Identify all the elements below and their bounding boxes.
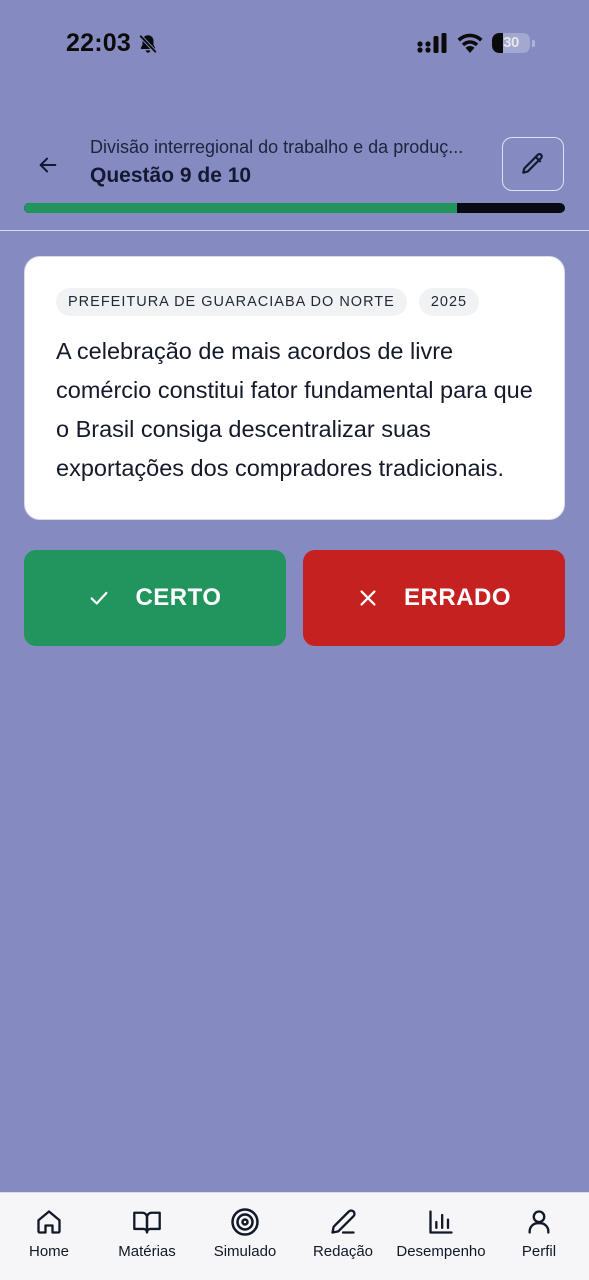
wifi-icon — [456, 32, 484, 54]
progress-fill — [24, 203, 457, 213]
back-button[interactable] — [30, 147, 66, 183]
certo-label: CERTO — [135, 584, 222, 611]
status-bar: 22:03 30 — [0, 0, 589, 88]
target-icon — [230, 1207, 260, 1237]
bar-chart-icon — [426, 1207, 456, 1237]
topic-subtitle: Divisão interregional do trabalho e da p… — [90, 137, 464, 157]
bottom-nav: Home Matérias Simulado Redação Desempenh… — [0, 1192, 589, 1280]
nav-label-perfil: Perfil — [521, 1243, 557, 1260]
book-icon — [132, 1207, 162, 1237]
battery-level: 30 — [503, 34, 519, 51]
tag-year: 2025 — [418, 288, 480, 316]
nav-item-desempenho[interactable]: Desempenho — [391, 1207, 491, 1260]
question-text: A celebração de mais acordos de livre co… — [56, 338, 533, 481]
battery-icon: 30 — [492, 33, 530, 53]
question-counter: Questão 9 de 10 — [90, 164, 252, 187]
nav-item-simulado[interactable]: Simulado — [195, 1207, 295, 1260]
nav-item-perfil[interactable]: Perfil — [489, 1207, 589, 1260]
close-icon — [357, 587, 379, 609]
nav-item-home[interactable]: Home — [0, 1207, 99, 1260]
pencil-icon — [522, 153, 543, 174]
header-text: Divisão interregional do trabalho e da p… — [90, 137, 490, 188]
nav-label-home: Home — [28, 1243, 69, 1260]
errado-label: ERRADO — [403, 584, 511, 611]
nav-label-materias: Matérias — [118, 1243, 176, 1260]
signal-icon — [417, 33, 449, 53]
errado-button[interactable]: ERRADO — [303, 550, 565, 646]
nav-item-redacao[interactable]: Redação — [293, 1207, 393, 1260]
nav-label-redacao: Redação — [312, 1243, 374, 1260]
user-icon — [524, 1207, 554, 1237]
bell-slash-icon — [137, 33, 159, 55]
nav-label-simulado: Simulado — [213, 1243, 277, 1260]
check-icon — [88, 587, 110, 609]
status-time: 22:03 — [66, 29, 131, 57]
home-icon — [34, 1207, 64, 1237]
nav-item-materias[interactable]: Matérias — [97, 1207, 197, 1260]
tag-institution: PREFEITURA DE GUARACIABA DO NORTE — [56, 288, 407, 316]
arrow-left-icon — [39, 157, 57, 173]
pen-icon — [328, 1207, 358, 1237]
question-card: PREFEITURA DE GUARACIABA DO NORTE 2025 A… — [24, 256, 565, 520]
battery-tip — [532, 40, 535, 47]
progress-bar — [24, 203, 565, 213]
question-tags: PREFEITURA DE GUARACIABA DO NORTE 2025 — [56, 288, 533, 316]
nav-label-desempenho: Desempenho — [396, 1243, 486, 1260]
certo-button[interactable]: CERTO — [24, 550, 286, 646]
edit-button[interactable] — [502, 137, 564, 191]
header-divider — [0, 230, 589, 231]
